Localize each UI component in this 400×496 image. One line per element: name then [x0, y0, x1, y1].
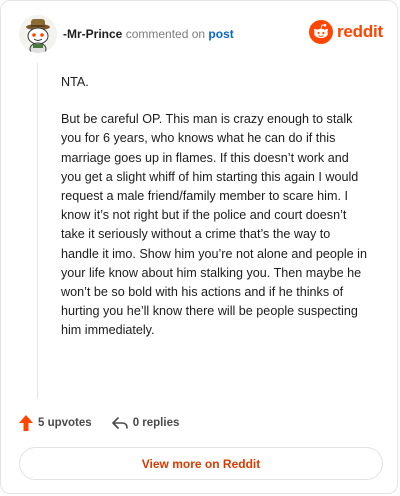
post-link[interactable]: post: [208, 27, 233, 41]
comment-paragraph: But be careful OP. This man is crazy eno…: [61, 112, 367, 338]
upvote-arrow-icon: [19, 415, 33, 431]
comment-byline: -Mr-Prince commented on post: [63, 27, 234, 41]
reddit-snoo-logo-icon: [308, 20, 333, 44]
comment-author[interactable]: -Mr-Prince: [63, 27, 122, 41]
comment-actions: 5 upvotes 0 replies: [19, 413, 179, 433]
comment-paragraph: NTA.: [61, 75, 89, 89]
snoo-avatar-icon: [19, 15, 57, 53]
comment-header: -Mr-Prince commented on post reddit: [19, 15, 383, 53]
comment-body: NTA. But be careful OP. This man is craz…: [61, 73, 367, 359]
thread-line: [37, 63, 38, 399]
replies-button[interactable]: 0 replies: [111, 416, 180, 430]
comment-action-text: commented on: [125, 27, 206, 41]
comment-embed-card: -Mr-Prince commented on post reddit NTA.…: [0, 0, 398, 494]
reply-count: 0 replies: [132, 417, 180, 429]
reply-arrow-icon: [111, 417, 128, 429]
reddit-wordmark: reddit: [336, 22, 383, 41]
view-more-button[interactable]: View more on Reddit: [19, 447, 383, 480]
upvote-count: 5 upvotes: [38, 417, 92, 429]
upvote-button[interactable]: 5 upvotes: [19, 415, 92, 431]
user-avatar[interactable]: [19, 15, 57, 53]
reddit-logo[interactable]: reddit: [308, 19, 383, 45]
